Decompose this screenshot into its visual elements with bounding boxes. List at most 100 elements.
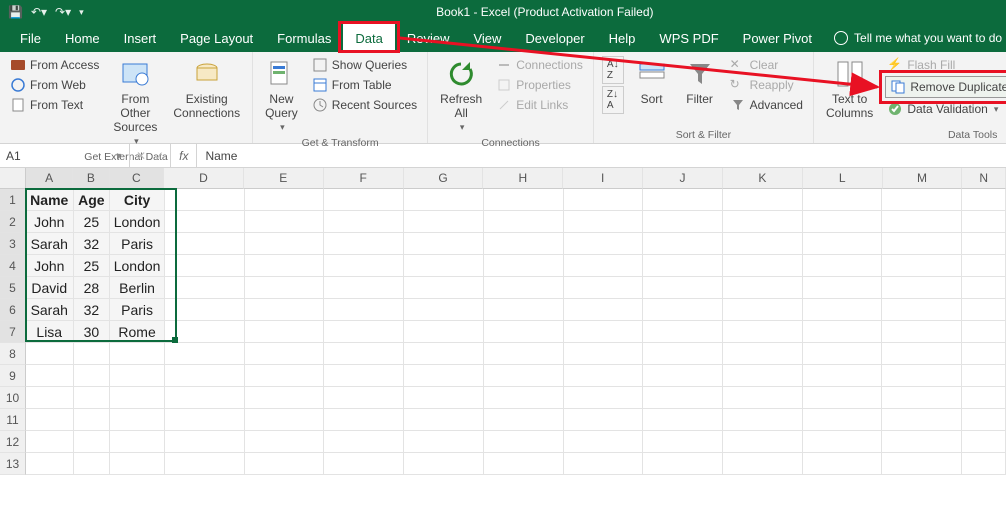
cell[interactable] bbox=[564, 321, 644, 343]
qat-customize-icon[interactable]: ▾ bbox=[79, 7, 84, 18]
cell[interactable] bbox=[484, 321, 564, 343]
cell[interactable] bbox=[245, 211, 325, 233]
cell[interactable] bbox=[245, 365, 325, 387]
sort-button[interactable]: Sort bbox=[632, 56, 672, 108]
column-header[interactable]: F bbox=[324, 168, 404, 189]
column-header[interactable]: L bbox=[803, 168, 883, 189]
cell[interactable] bbox=[803, 299, 883, 321]
cell[interactable] bbox=[324, 365, 404, 387]
cell[interactable]: Lisa bbox=[26, 321, 74, 343]
tab-insert[interactable]: Insert bbox=[112, 24, 169, 52]
cell[interactable] bbox=[643, 233, 723, 255]
cell[interactable] bbox=[165, 299, 245, 321]
cell[interactable] bbox=[404, 211, 484, 233]
cell[interactable] bbox=[74, 365, 111, 387]
cell[interactable] bbox=[324, 431, 404, 453]
cell[interactable] bbox=[484, 365, 564, 387]
column-header[interactable]: B bbox=[73, 168, 109, 189]
cell[interactable] bbox=[882, 233, 962, 255]
text-to-columns-button[interactable]: Text to Columns bbox=[822, 56, 877, 122]
cell[interactable] bbox=[324, 409, 404, 431]
cell[interactable] bbox=[882, 211, 962, 233]
tab-review[interactable]: Review bbox=[395, 24, 462, 52]
cell[interactable] bbox=[962, 211, 1006, 233]
cell[interactable] bbox=[165, 409, 245, 431]
column-header[interactable]: I bbox=[563, 168, 643, 189]
from-access-button[interactable]: From Access bbox=[8, 56, 101, 74]
row-header[interactable]: 11 bbox=[0, 409, 26, 431]
cell[interactable] bbox=[110, 387, 165, 409]
cell[interactable]: 30 bbox=[74, 321, 111, 343]
cell[interactable] bbox=[803, 365, 883, 387]
cell[interactable] bbox=[165, 255, 245, 277]
column-header[interactable]: J bbox=[643, 168, 723, 189]
cell[interactable] bbox=[882, 453, 962, 475]
cell[interactable] bbox=[165, 343, 245, 365]
cell[interactable] bbox=[723, 343, 803, 365]
cell[interactable]: John bbox=[26, 211, 74, 233]
cell[interactable] bbox=[803, 453, 883, 475]
cell[interactable] bbox=[324, 189, 404, 211]
cell[interactable] bbox=[165, 387, 245, 409]
column-header[interactable]: A bbox=[26, 168, 73, 189]
tab-page-layout[interactable]: Page Layout bbox=[168, 24, 265, 52]
cell[interactable] bbox=[74, 453, 111, 475]
cell[interactable] bbox=[803, 431, 883, 453]
row-header[interactable]: 4 bbox=[0, 255, 26, 277]
cell[interactable] bbox=[26, 343, 74, 365]
cell[interactable]: 32 bbox=[74, 233, 111, 255]
cell[interactable] bbox=[803, 343, 883, 365]
cell[interactable] bbox=[245, 299, 325, 321]
cell[interactable] bbox=[803, 233, 883, 255]
cell[interactable] bbox=[962, 255, 1006, 277]
cell[interactable] bbox=[324, 277, 404, 299]
cell[interactable] bbox=[803, 321, 883, 343]
cell[interactable] bbox=[26, 431, 74, 453]
cell[interactable] bbox=[882, 299, 962, 321]
filter-button[interactable]: Filter bbox=[680, 56, 720, 108]
cell[interactable] bbox=[643, 453, 723, 475]
fx-icon[interactable]: fx bbox=[171, 144, 197, 167]
cell[interactable]: 32 bbox=[74, 299, 111, 321]
cell[interactable] bbox=[564, 233, 644, 255]
cell[interactable]: 28 bbox=[74, 277, 111, 299]
cell[interactable] bbox=[110, 409, 165, 431]
select-all-corner[interactable] bbox=[0, 168, 26, 189]
cell[interactable] bbox=[803, 387, 883, 409]
remove-duplicates-button[interactable]: Remove Duplicates bbox=[885, 76, 1006, 98]
column-header[interactable]: M bbox=[883, 168, 963, 189]
cell[interactable]: Sarah bbox=[26, 233, 74, 255]
cell[interactable]: 25 bbox=[74, 211, 111, 233]
cell[interactable] bbox=[110, 453, 165, 475]
from-web-button[interactable]: From Web bbox=[8, 76, 101, 94]
cell[interactable] bbox=[404, 321, 484, 343]
cell[interactable] bbox=[962, 277, 1006, 299]
cell[interactable] bbox=[564, 409, 644, 431]
cell[interactable] bbox=[882, 255, 962, 277]
cell[interactable] bbox=[803, 255, 883, 277]
cell[interactable] bbox=[643, 409, 723, 431]
cell[interactable] bbox=[962, 321, 1006, 343]
refresh-all-button[interactable]: Refresh All bbox=[436, 56, 486, 135]
cell[interactable] bbox=[404, 299, 484, 321]
cell[interactable]: Paris bbox=[110, 299, 165, 321]
cell[interactable] bbox=[404, 387, 484, 409]
cell[interactable] bbox=[803, 189, 883, 211]
cell[interactable] bbox=[74, 409, 111, 431]
cell[interactable] bbox=[404, 453, 484, 475]
cell[interactable] bbox=[484, 409, 564, 431]
cell[interactable] bbox=[165, 277, 245, 299]
cell[interactable] bbox=[882, 409, 962, 431]
cell[interactable] bbox=[26, 387, 74, 409]
tab-wps-pdf[interactable]: WPS PDF bbox=[647, 24, 730, 52]
sort-desc-button[interactable]: Z↓A bbox=[602, 86, 624, 114]
cell[interactable] bbox=[723, 409, 803, 431]
cell[interactable] bbox=[324, 387, 404, 409]
cell[interactable] bbox=[723, 233, 803, 255]
undo-icon[interactable]: ↶▾ bbox=[31, 5, 47, 19]
cell[interactable] bbox=[74, 431, 111, 453]
cell[interactable] bbox=[74, 387, 111, 409]
cell[interactable]: London bbox=[110, 255, 165, 277]
cell[interactable] bbox=[564, 431, 644, 453]
cell[interactable] bbox=[324, 233, 404, 255]
